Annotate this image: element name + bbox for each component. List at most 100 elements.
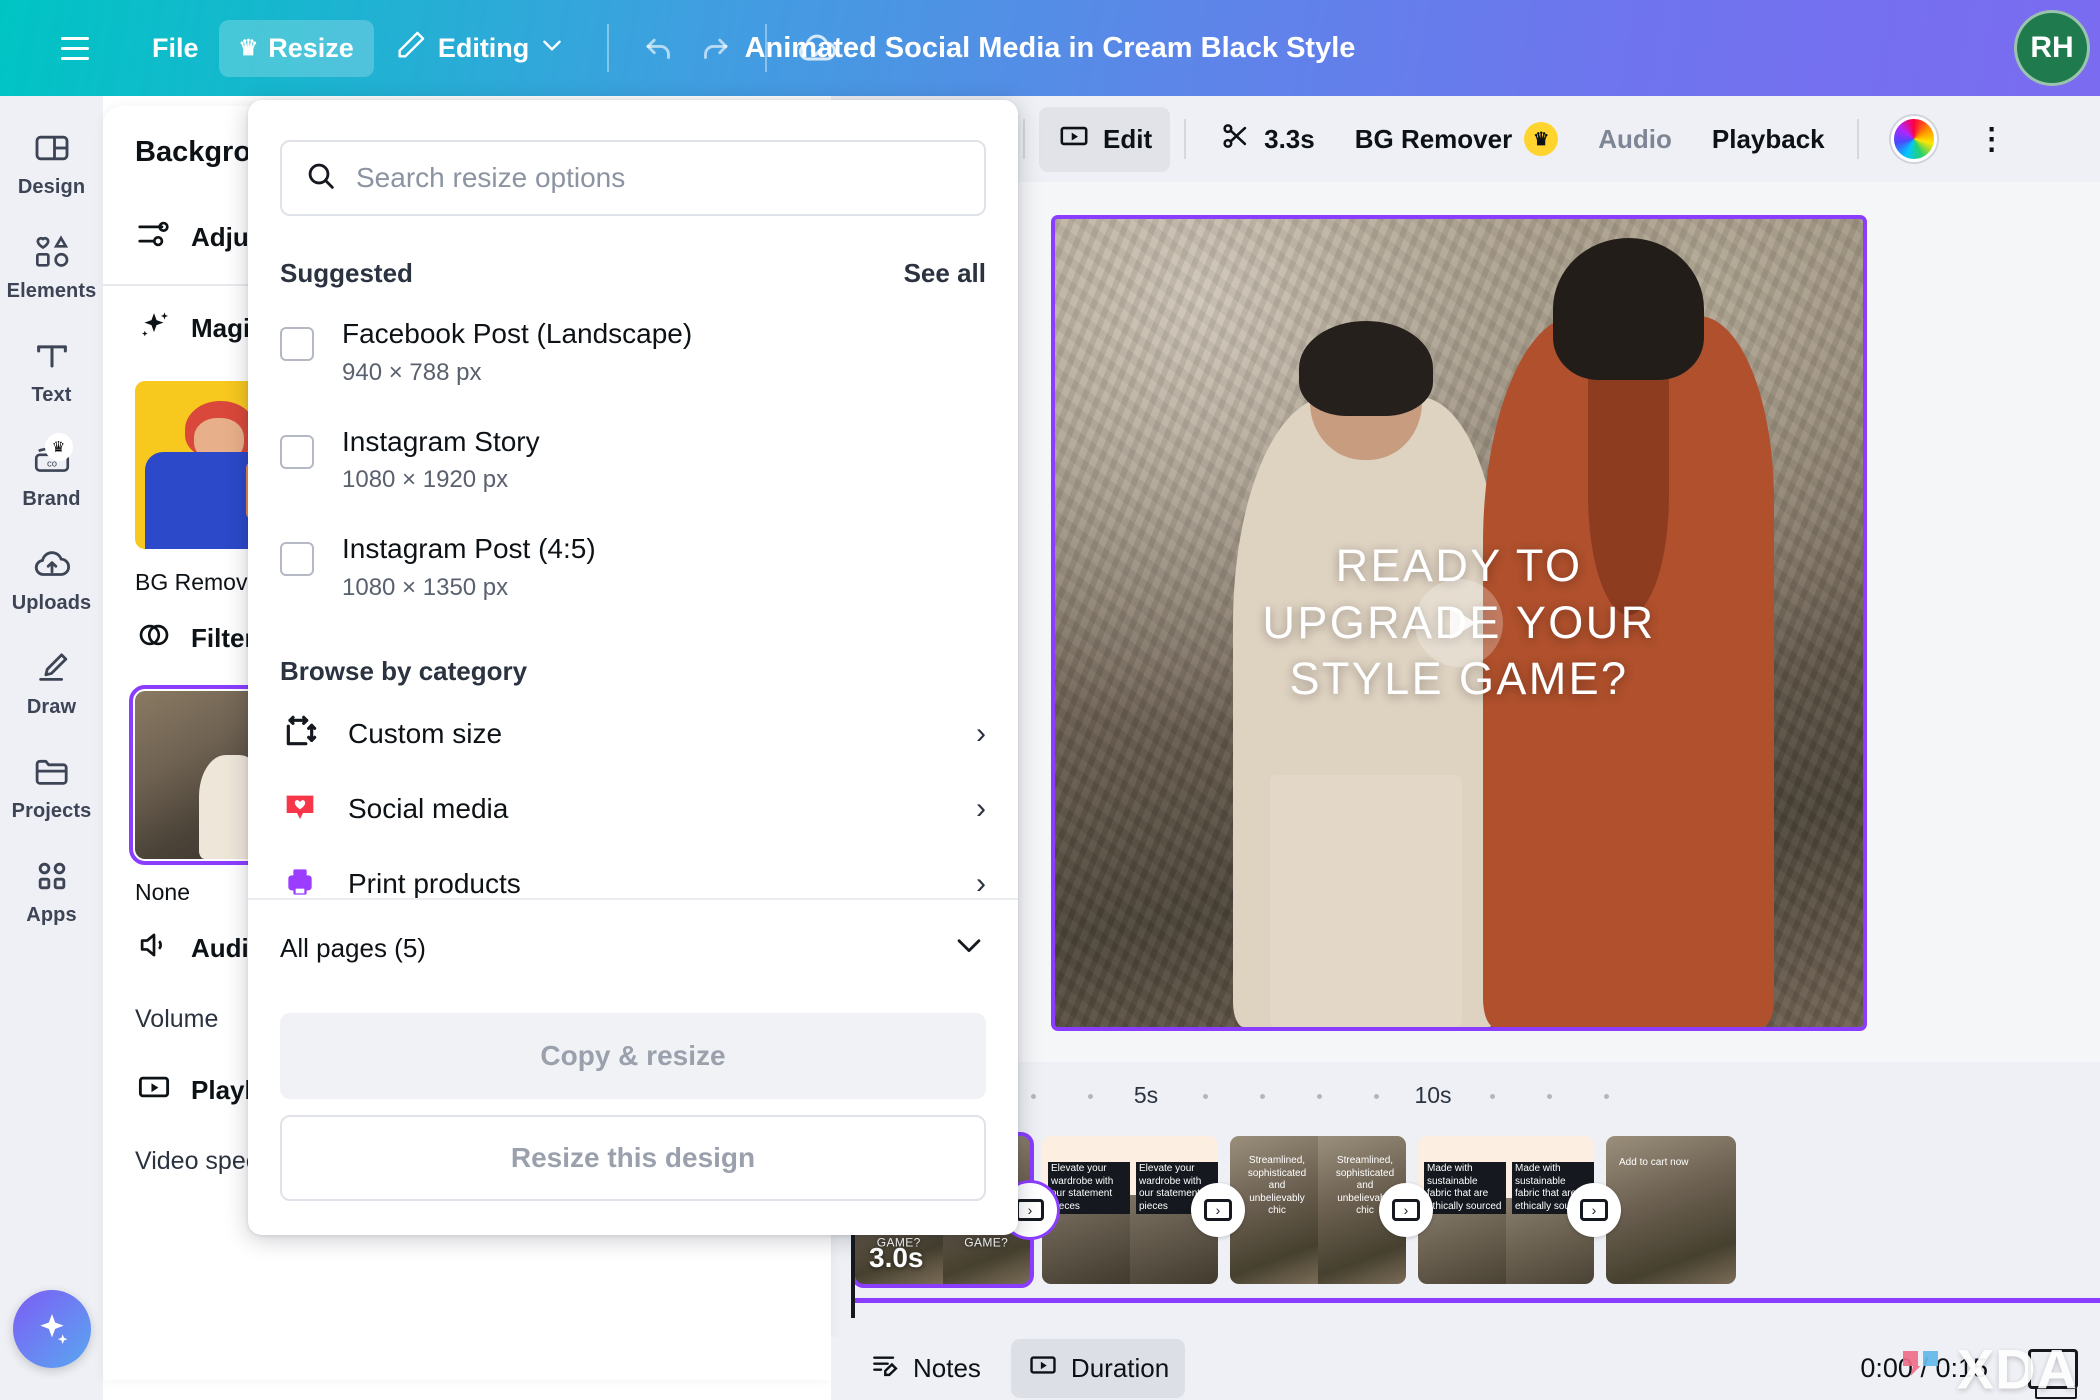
- checkbox[interactable]: [280, 327, 314, 361]
- playback-label: Playback: [1712, 124, 1825, 155]
- checkbox[interactable]: [280, 542, 314, 576]
- bg-remover-button[interactable]: BG Remover ♛: [1337, 110, 1577, 168]
- video-clock-icon: [1027, 1349, 1059, 1388]
- notes-button[interactable]: Notes: [853, 1339, 997, 1398]
- pencil-icon: [394, 28, 428, 69]
- transparency-button[interactable]: ⋮: [1959, 110, 2025, 169]
- avatar[interactable]: RH: [2014, 10, 2090, 86]
- file-menu-button[interactable]: File: [132, 20, 219, 77]
- clip5-caption: Add to cart now: [1616, 1156, 1691, 1171]
- cloud-check-icon[interactable]: [789, 20, 845, 76]
- resize-this-design-button[interactable]: Resize this design: [280, 1115, 986, 1201]
- all-pages-selector[interactable]: All pages (5): [248, 898, 1018, 989]
- option-name: Instagram Story: [342, 423, 540, 461]
- clip-join-button-4[interactable]: ›: [1567, 1183, 1621, 1237]
- chevron-down-icon: [539, 32, 565, 65]
- magic-sparkle-icon[interactable]: [13, 1290, 91, 1368]
- clip-join-button-3[interactable]: ›: [1379, 1183, 1433, 1237]
- duration-label: Duration: [1071, 1353, 1169, 1384]
- resize-option-instagram-story[interactable]: Instagram Story 1080 × 1920 px: [248, 407, 1018, 515]
- crown-icon: ♛: [239, 35, 259, 61]
- design-canvas[interactable]: READY TO UPGRADE YOUR STYLE GAME?: [1055, 219, 1863, 1027]
- category-custom-size[interactable]: Custom size ›: [248, 697, 1018, 772]
- timeline-tick-dot: [1260, 1094, 1265, 1099]
- trim-duration-button[interactable]: 3.3s: [1200, 107, 1333, 172]
- sidebar-label-design: Design: [18, 176, 85, 199]
- subtoolbar-divider-2: [1184, 119, 1186, 159]
- social-heart-icon: [280, 787, 320, 832]
- clip-join-button-2[interactable]: ›: [1191, 1183, 1245, 1237]
- avatar-initials: RH: [2030, 31, 2073, 65]
- timeline-ruler[interactable]: 0s 5s 10s: [831, 1062, 2100, 1130]
- sidebar-label-apps: Apps: [26, 904, 76, 927]
- timeline-clip-5[interactable]: Add to cart now: [1606, 1136, 1736, 1284]
- playback-icon: [135, 1068, 173, 1113]
- timeline-tick-dot: [1031, 1094, 1036, 1099]
- resize-option-facebook-post[interactable]: Facebook Post (Landscape) 940 × 788 px: [248, 299, 1018, 407]
- sidebar-item-apps[interactable]: Apps: [2, 842, 102, 937]
- category-label: Custom size: [348, 718, 948, 750]
- audio-button[interactable]: Audio: [1580, 112, 1690, 167]
- edit-video-button[interactable]: Edit: [1039, 107, 1170, 172]
- resize-label: Resize: [268, 33, 354, 64]
- resize-design-label: Resize this design: [511, 1142, 755, 1174]
- category-social-media[interactable]: Social media ›: [248, 772, 1018, 847]
- timeline-tick-10s: 10s: [1414, 1082, 1451, 1109]
- element-toolbar: Edit 3.3s BG Remover ♛ Audio Playback: [831, 96, 2100, 182]
- video-edit-icon: [1057, 119, 1091, 160]
- copy-and-resize-button[interactable]: Copy & resize: [280, 1013, 986, 1099]
- editing-mode-button[interactable]: Editing: [374, 15, 585, 82]
- color-wheel-icon[interactable]: [1891, 116, 1937, 162]
- undo-icon[interactable]: [631, 20, 687, 76]
- sidebar-item-draw[interactable]: Draw: [2, 634, 102, 729]
- speaker-icon: [135, 926, 173, 971]
- sidebar-item-elements[interactable]: Elements: [2, 218, 102, 313]
- custom-size-icon: [280, 712, 320, 757]
- resize-search-box[interactable]: [280, 140, 986, 216]
- subtoolbar-divider-3: [1857, 119, 1859, 159]
- sidebar-item-uploads[interactable]: Uploads: [2, 530, 102, 625]
- print-products-icon: [280, 862, 320, 898]
- checkbox[interactable]: [280, 435, 314, 469]
- scissors-icon: [1218, 119, 1252, 160]
- notes-pencil-icon: [869, 1349, 901, 1388]
- chevron-right-icon: ›: [1392, 1199, 1420, 1221]
- timeline-tick-dot: [1374, 1094, 1379, 1099]
- pencil-draw-icon: [30, 646, 74, 690]
- resize-option-instagram-post[interactable]: Instagram Post (4:5) 1080 × 1350 px: [248, 514, 1018, 622]
- edit-label: Edit: [1103, 124, 1152, 155]
- cloud-upload-icon: [30, 542, 74, 586]
- sidebar-label-projects: Projects: [12, 800, 92, 823]
- copy-resize-label: Copy & resize: [540, 1040, 725, 1072]
- playback-button[interactable]: Playback: [1694, 112, 1843, 167]
- color-picker-button[interactable]: [1873, 104, 1955, 174]
- sidebar-label-draw: Draw: [27, 696, 76, 719]
- sidebar-label-uploads: Uploads: [12, 592, 92, 615]
- sidebar-label-elements: Elements: [7, 280, 97, 303]
- shapes-icon: [30, 230, 74, 274]
- resize-actions: Copy & resize Resize this design: [248, 989, 1018, 1235]
- duration-button[interactable]: Duration: [1011, 1339, 1185, 1398]
- file-menu-label: File: [152, 33, 199, 64]
- timeline: 0s 5s 10s READY TO UPGRADE YOUR: [831, 1062, 2100, 1337]
- timeline-tick-5s: 5s: [1134, 1082, 1158, 1109]
- resize-button[interactable]: ♛ Resize: [219, 20, 374, 77]
- sidebar-item-design[interactable]: Design: [2, 114, 102, 209]
- category-print-products[interactable]: Print products ›: [248, 847, 1018, 898]
- toolbar-divider-1: [607, 24, 609, 72]
- play-icon[interactable]: [1415, 579, 1503, 667]
- sidebar-item-text[interactable]: Text: [2, 322, 102, 417]
- suggested-header: Suggested See all: [248, 216, 1018, 299]
- hamburger-icon[interactable]: [52, 25, 98, 71]
- sidebar-item-projects[interactable]: Projects: [2, 738, 102, 833]
- search-input[interactable]: [356, 162, 962, 194]
- crown-icon: ♛: [1524, 122, 1558, 156]
- see-all-link[interactable]: See all: [904, 258, 986, 289]
- option-dimensions: 940 × 788 px: [342, 355, 692, 391]
- brand-icon: co ♛: [30, 438, 74, 482]
- option-name: Facebook Post (Landscape): [342, 315, 692, 353]
- chevron-right-icon: ›: [1580, 1199, 1608, 1221]
- redo-icon[interactable]: [687, 20, 743, 76]
- fit-screen-icon[interactable]: [2028, 1349, 2078, 1389]
- sidebar-item-brand[interactable]: co ♛ Brand: [2, 426, 102, 521]
